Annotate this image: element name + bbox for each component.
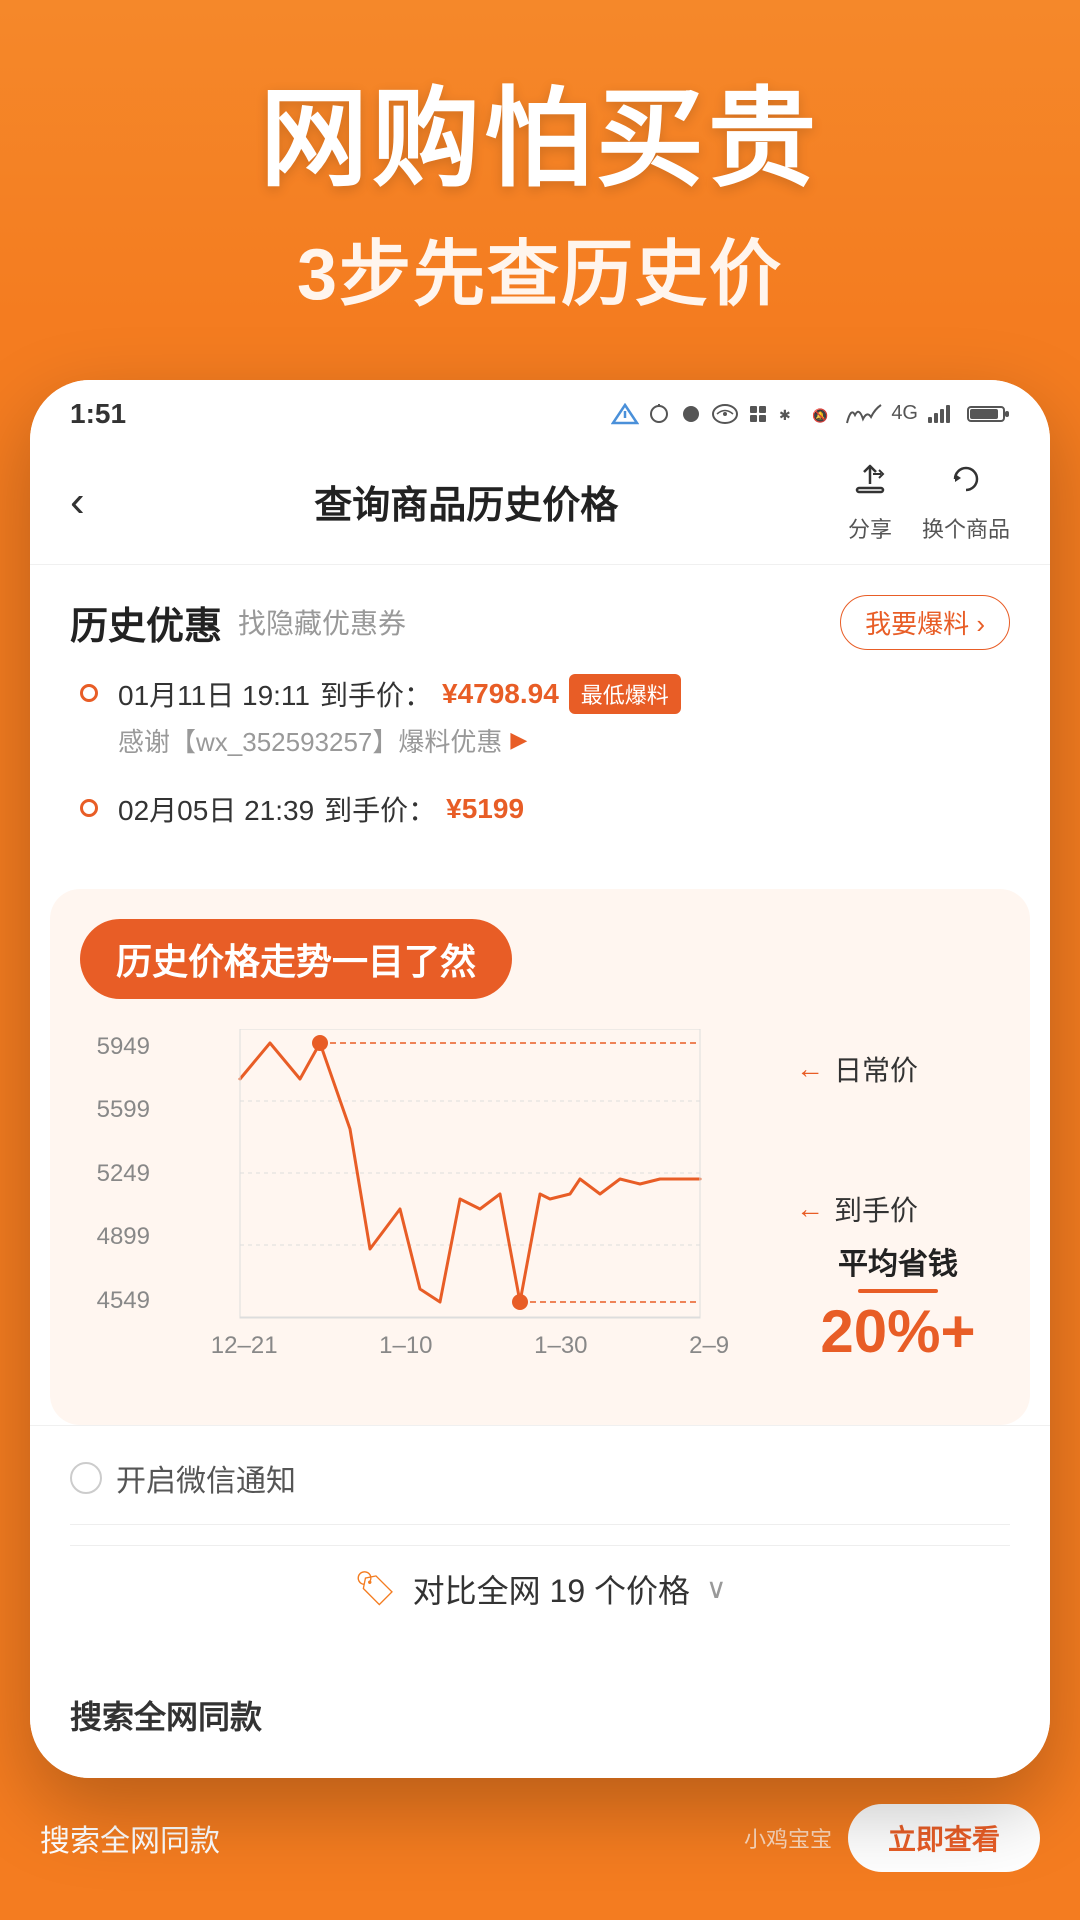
history-title: 历史优惠 <box>70 595 222 650</box>
price-item: 02月05日 21:39 到手价： ¥5199 <box>80 789 1000 829</box>
switch-label: 换个商品 <box>922 512 1010 544</box>
x-label: 2–9 <box>689 1332 729 1360</box>
switch-product-button[interactable]: 换个商品 <box>922 460 1010 544</box>
savings-box: 平均省钱 20%+ <box>796 1239 1000 1365</box>
price-label: 到手价： <box>324 789 436 829</box>
savings-label: 平均省钱 <box>796 1239 1000 1283</box>
chart-main: 5949 5599 5249 4899 4549 <box>80 1029 780 1395</box>
daily-price-legend: ← 日常价 <box>796 1049 1000 1089</box>
price-item-content: 02月05日 21:39 到手价： ¥5199 <box>118 789 1000 829</box>
status-bar: 1:51 ✱ 🔕 4G <box>30 380 1050 440</box>
legend-arrow: ← <box>796 1193 824 1225</box>
top-banner: 网购怕买贵 3步先查历史价 <box>0 0 1080 320</box>
status-icons: ✱ 🔕 4G <box>611 402 1010 425</box>
chart-card: 历史价格走势一目了然 5949 5599 5249 4899 4549 <box>50 889 1030 1425</box>
price-item-main: 01月11日 19:11 到手价： ¥4798.94 最低爆料 <box>118 674 1000 714</box>
price-item-main: 02月05日 21:39 到手价： ¥5199 <box>118 789 1000 829</box>
bottom-more: 搜索全网同款 <box>30 1662 1050 1778</box>
price-chart <box>160 1029 780 1319</box>
watermark: 小鸡宝宝 <box>744 1822 832 1854</box>
wechat-notify-text: 开启微信通知 <box>116 1456 296 1500</box>
nav-bar: ‹ 查询商品历史价格 分享 换个商品 <box>30 440 1050 565</box>
price-item: 01月11日 19:11 到手价： ¥4798.94 最低爆料 感谢【wx_35… <box>80 674 1000 759</box>
chart-tag-text: 历史价格走势一目了然 <box>116 941 476 982</box>
price-item-sub: 感谢【wx_352593257】爆料优惠 ▶ <box>118 722 1000 759</box>
compare-bar[interactable]: 🏷 对比全网 19 个价格 ∨ <box>70 1545 1010 1632</box>
price-value: ¥5199 <box>446 793 524 825</box>
price-item-content: 01月11日 19:11 到手价： ¥4798.94 最低爆料 感谢【wx_35… <box>118 674 1000 759</box>
savings-value: 20%+ <box>796 1299 1000 1365</box>
footer-bar: 搜索全网同款 小鸡宝宝 立即查看 <box>0 1778 1080 1898</box>
y-label: 5949 <box>80 1033 150 1061</box>
x-label: 1–30 <box>534 1332 587 1360</box>
price-sub-arrow[interactable]: ▶ <box>510 727 527 753</box>
nav-actions: 分享 换个商品 <box>848 460 1010 544</box>
wechat-notify[interactable]: 开启微信通知 <box>70 1456 1010 1500</box>
status-time: 1:51 <box>70 398 126 430</box>
chart-area: 5949 5599 5249 4899 4549 <box>80 1029 1000 1395</box>
chevron-down-icon: ∨ <box>706 1572 727 1605</box>
hand-price-legend: ← 到手价 <box>796 1189 1000 1229</box>
price-date: 02月05日 21:39 <box>118 789 314 829</box>
share-icon <box>851 460 889 508</box>
price-label: 到手价： <box>320 674 432 714</box>
y-label: 5599 <box>80 1096 150 1124</box>
svg-text:🔕: 🔕 <box>812 408 828 423</box>
divider <box>70 1524 1010 1525</box>
history-subtitle: 找隐藏优惠券 <box>238 602 406 642</box>
sub-title: 3步先查历史价 <box>40 215 1040 320</box>
back-button[interactable]: ‹ <box>70 477 85 527</box>
share-label: 分享 <box>848 512 892 544</box>
bottom-more-title: 搜索全网同款 <box>70 1692 1010 1738</box>
hand-price-label: 到手价 <box>834 1189 918 1229</box>
legend-arrow: ← <box>796 1053 824 1085</box>
share-button[interactable]: 分享 <box>848 460 892 544</box>
y-label: 4899 <box>80 1223 150 1251</box>
price-dot <box>80 799 98 817</box>
report-btn-label: 我要爆料 › <box>865 604 985 641</box>
y-label: 5249 <box>80 1160 150 1188</box>
daily-price-label: 日常价 <box>834 1049 918 1089</box>
tag-icon: 🏷 <box>353 1569 396 1609</box>
x-label: 12–21 <box>211 1332 278 1360</box>
y-label: 4549 <box>80 1287 150 1315</box>
phone-mockup: 1:51 ✱ 🔕 4G ‹ 查询商品历史价格 分享 <box>30 380 1050 1778</box>
main-title: 网购怕买贵 <box>40 80 1040 199</box>
report-button[interactable]: 我要爆料 › <box>840 595 1010 650</box>
svg-text:✱: ✱ <box>779 407 791 423</box>
price-value: ¥4798.94 <box>442 678 559 710</box>
price-sub-text: 感谢【wx_352593257】爆料优惠 <box>118 722 502 759</box>
history-title-group: 历史优惠 找隐藏优惠券 <box>70 595 406 650</box>
chart-legend: ← 日常价 ← 到手价 平均省钱 20%+ <box>780 1029 1000 1395</box>
price-list: 01月11日 19:11 到手价： ¥4798.94 最低爆料 感谢【wx_35… <box>70 674 1010 829</box>
compare-text: 对比全网 19 个价格 <box>413 1566 690 1612</box>
nav-title: 查询商品历史价格 <box>314 474 618 529</box>
chart-tag: 历史价格走势一目了然 <box>80 919 512 999</box>
history-header: 历史优惠 找隐藏优惠券 我要爆料 › <box>70 595 1010 650</box>
history-section: 历史优惠 找隐藏优惠券 我要爆料 › 01月11日 19:11 到手价： ¥47… <box>30 565 1050 889</box>
footer-text: 搜索全网同款 <box>40 1816 220 1860</box>
bottom-section: 开启微信通知 🏷 对比全网 19 个价格 ∨ <box>30 1425 1050 1662</box>
price-date: 01月11日 19:11 <box>118 674 310 714</box>
price-badge: 最低爆料 <box>569 674 681 714</box>
radio-circle <box>70 1462 102 1494</box>
footer-button[interactable]: 立即查看 <box>848 1804 1040 1872</box>
x-label: 1–10 <box>379 1332 432 1360</box>
refresh-icon <box>947 460 985 508</box>
price-dot <box>80 684 98 702</box>
